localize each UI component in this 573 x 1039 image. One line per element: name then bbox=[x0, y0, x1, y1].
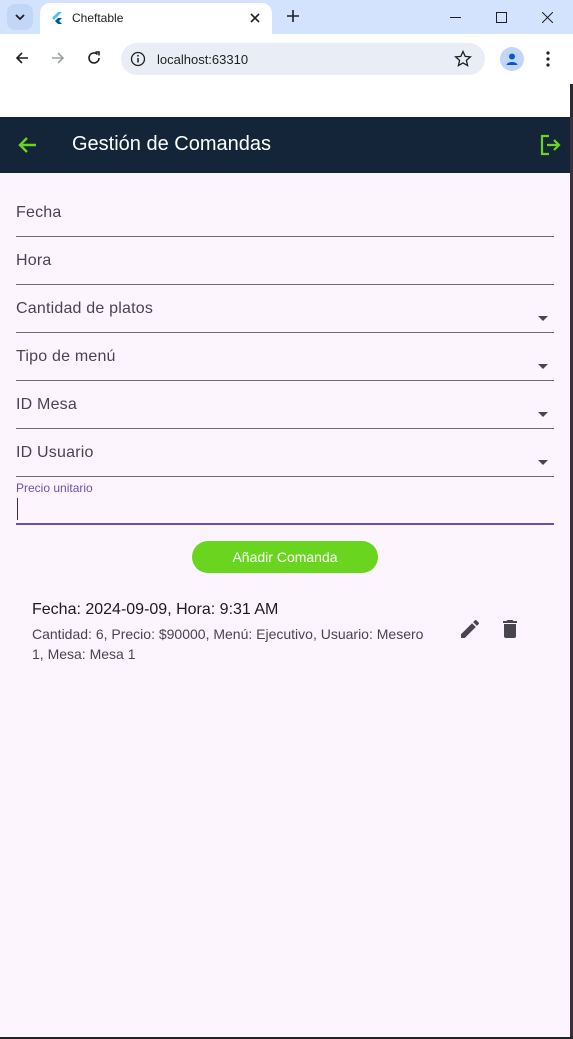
usuario-label: ID Usuario bbox=[16, 444, 94, 461]
comanda-title: Fecha: 2024-09-09, Hora: 9:31 AM bbox=[32, 601, 279, 618]
maximize-button[interactable] bbox=[478, 0, 524, 34]
precio-label: Precio unitario bbox=[16, 481, 93, 495]
app-bar: Gestión de Comandas bbox=[0, 117, 570, 173]
edit-icon[interactable] bbox=[458, 617, 482, 641]
mesa-dropdown[interactable]: ID Mesa bbox=[16, 381, 554, 429]
cantidad-label: Cantidad de platos bbox=[16, 300, 154, 317]
fecha-field[interactable]: Fecha bbox=[16, 189, 554, 237]
page-top-strip bbox=[0, 84, 570, 117]
hora-label: Hora bbox=[16, 252, 52, 269]
browser-menu-button[interactable] bbox=[538, 48, 558, 70]
maximize-icon bbox=[495, 11, 507, 23]
close-icon bbox=[250, 13, 260, 23]
chevron-down-icon bbox=[15, 14, 25, 21]
profile-avatar-button[interactable] bbox=[500, 47, 524, 71]
fecha-label: Fecha bbox=[16, 204, 62, 221]
tab-title: Cheftable bbox=[72, 11, 124, 25]
address-url: localhost:63310 bbox=[157, 52, 249, 67]
menu-dropdown[interactable]: Tipo de menú bbox=[16, 333, 554, 381]
menu-label: Tipo de menú bbox=[16, 348, 116, 365]
back-arrow-icon[interactable] bbox=[16, 133, 40, 157]
forward-button[interactable] bbox=[46, 46, 70, 70]
text-caret bbox=[17, 498, 18, 520]
window-close-button[interactable] bbox=[524, 0, 570, 34]
tab-close-button[interactable] bbox=[246, 9, 264, 27]
hora-field[interactable]: Hora bbox=[16, 237, 554, 285]
user-icon bbox=[506, 53, 518, 65]
back-button[interactable] bbox=[10, 46, 34, 70]
main-content: Fecha Hora Cantidad de platos Tipo de me… bbox=[0, 173, 570, 1037]
cantidad-dropdown[interactable]: Cantidad de platos bbox=[16, 285, 554, 333]
dropdown-arrow-icon bbox=[538, 364, 548, 369]
usuario-dropdown[interactable]: ID Usuario bbox=[16, 429, 554, 477]
comanda-details: Cantidad: 6, Precio: $90000, Menú: Ejecu… bbox=[32, 626, 424, 662]
page-title: Gestión de Comandas bbox=[72, 133, 272, 155]
browser-tab[interactable]: Cheftable bbox=[40, 3, 272, 34]
reload-button[interactable] bbox=[82, 46, 106, 70]
precio-input[interactable] bbox=[16, 495, 554, 525]
more-vertical-icon bbox=[546, 51, 550, 67]
minimize-icon bbox=[449, 16, 461, 18]
close-icon bbox=[541, 11, 553, 23]
bookmark-star-icon[interactable] bbox=[454, 50, 472, 68]
dropdown-arrow-icon bbox=[538, 460, 548, 465]
logout-icon[interactable] bbox=[538, 133, 562, 157]
address-bar[interactable]: localhost:63310 bbox=[121, 43, 485, 75]
delete-icon[interactable] bbox=[498, 617, 522, 641]
mesa-label: ID Mesa bbox=[16, 396, 77, 413]
dropdown-arrow-icon bbox=[538, 316, 548, 321]
new-tab-button[interactable] bbox=[282, 5, 304, 27]
dropdown-arrow-icon bbox=[538, 412, 548, 417]
browser-tab-bar: Cheftable bbox=[0, 0, 573, 34]
arrow-left-icon bbox=[15, 52, 28, 64]
add-comanda-button[interactable]: Añadir Comanda bbox=[192, 541, 378, 573]
arrow-right-icon bbox=[52, 52, 65, 64]
info-icon[interactable] bbox=[130, 51, 146, 67]
comanda-list-item[interactable]: Fecha: 2024-09-09, Hora: 9:31 AM Cantida… bbox=[16, 589, 554, 667]
tab-search-button[interactable] bbox=[7, 4, 33, 30]
reload-icon bbox=[88, 51, 100, 64]
plus-icon bbox=[287, 10, 299, 22]
minimize-button[interactable] bbox=[432, 0, 478, 34]
flutter-icon bbox=[52, 12, 62, 24]
